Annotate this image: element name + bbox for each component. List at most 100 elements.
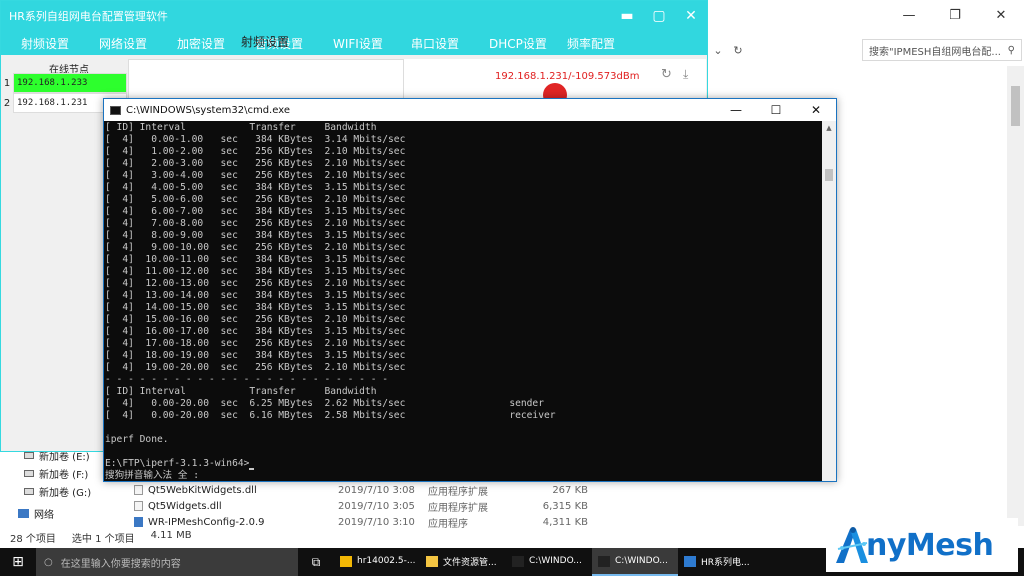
app-icon [598, 555, 610, 567]
selected-count: 选中 1 个项目 [71, 534, 135, 545]
taskbar-button-label: HR系列电... [701, 557, 750, 568]
scroll-thumb[interactable] [1011, 86, 1020, 126]
cmd-title-bar[interactable]: C:\WINDOWS\system32\cmd.exe — ☐ ✕ [104, 99, 836, 121]
minimize-icon[interactable]: — [716, 99, 756, 121]
file-size: 6,315 KB [542, 500, 588, 512]
refresh-icon[interactable]: ↻ [728, 40, 748, 60]
file-type: 应用程序扩展 [428, 502, 488, 514]
close-icon[interactable]: ✕ [675, 1, 707, 31]
node-index: 1 [3, 77, 11, 89]
console-line: [ ID] Interval Transfer Bandwidth [105, 122, 377, 133]
console-line: [ 4] 3.00-4.00 sec 256 KBytes 2.10 Mbits… [105, 170, 406, 181]
taskbar-button[interactable]: C:\WINDO... [592, 548, 678, 576]
cmd-scrollbar[interactable]: ▲ [822, 121, 836, 481]
explorer-address-controls: ⌄ ↻ [708, 40, 858, 60]
console-output[interactable]: [ ID] Interval Transfer Bandwidth [ 4] 0.… [104, 121, 823, 481]
file-date: 2019/7/10 3:05 [338, 500, 415, 512]
taskbar-search-input[interactable]: ○ 在这里输入你要搜索的内容 [36, 548, 298, 576]
search-input[interactable]: 搜索"IPMESH自组网电台配... ⚲ [862, 39, 1022, 61]
menu-item-network[interactable]: 网络设置 [99, 35, 177, 52]
taskbar-button-label: C:\WINDO... [529, 556, 582, 566]
window-title: HR系列自组网电台配置管理软件 [9, 10, 168, 23]
taskbar-button[interactable]: hr14002.5-... [334, 548, 420, 576]
hr-title-bar[interactable]: HR系列自组网电台配置管理软件 ▬ ▢ ✕ [1, 1, 707, 31]
file-date: 2019/7/10 3:08 [338, 484, 415, 496]
text-cursor [249, 468, 255, 470]
anymesh-logo-mark [836, 527, 868, 563]
console-line: [ 4] 17.00-18.00 sec 256 KBytes 2.10 Mbi… [105, 338, 406, 349]
file-type: 应用程序 [428, 518, 468, 530]
app-icon [340, 555, 352, 567]
console-line: - - - - - - - - - - - - - - - - - - - - … [105, 374, 389, 385]
nav-item-label: 网络 [34, 509, 54, 521]
taskbar-button-label: 文件资源管... [443, 557, 497, 568]
menu-item-serial[interactable]: 串口设置 [411, 35, 489, 52]
console-line: [ 4] 14.00-15.00 sec 384 KBytes 3.15 Mbi… [105, 302, 406, 313]
file-list: Qt5WebKitWidgets.dll 2019/7/10 3:08 应用程序… [134, 482, 834, 530]
console-line: [ 4] 2.00-3.00 sec 256 KBytes 2.10 Mbits… [105, 158, 406, 169]
restore-icon[interactable]: ❐ [932, 0, 978, 30]
console-line: [ 4] 4.00-5.00 sec 384 KBytes 3.15 Mbits… [105, 182, 406, 193]
console-line: E:\FTP\iperf-3.1.3-win64> [105, 458, 823, 470]
item-count: 28 个项目 [10, 534, 56, 545]
console-line: [ 4] 19.00-20.00 sec 256 KBytes 2.10 Mbi… [105, 362, 406, 373]
menu-item-wifi[interactable]: WIFI设置 [333, 35, 411, 52]
nav-item-label: 新加卷 (F:) [39, 469, 89, 481]
file-size: 4,311 KB [542, 516, 588, 528]
refresh-icon[interactable]: ↻ [661, 67, 672, 82]
node-ip[interactable]: 192.168.1.233 [13, 73, 127, 93]
task-view-icon[interactable]: ⧉ [298, 555, 334, 570]
console-line: [ 4] 1.00-2.00 sec 256 KBytes 2.10 Mbits… [105, 146, 406, 157]
menu-item-frequency[interactable]: 频率配置 [567, 35, 645, 52]
taskbar-button-label: C:\WINDO... [615, 556, 668, 566]
file-name: Qt5WebKitWidgets.dll [148, 484, 257, 496]
nav-item-network[interactable]: 网络 [0, 504, 150, 522]
menu-item-rf[interactable]: 射频设置 [21, 35, 99, 52]
taskbar-button[interactable]: 文件资源管... [420, 548, 506, 576]
window-title: C:\WINDOWS\system32\cmd.exe [126, 104, 290, 116]
node-index: 2 [3, 97, 11, 109]
search-icon: ⚲ [1007, 44, 1015, 56]
scroll-thumb[interactable] [825, 169, 833, 181]
console-line: [ 4] 11.00-12.00 sec 384 KBytes 3.15 Mbi… [105, 266, 406, 277]
anymesh-logo: nyMesh [826, 518, 1018, 572]
windows-start-icon[interactable]: ⊞ [0, 548, 36, 576]
taskbar-button[interactable]: C:\WINDO... [506, 548, 592, 576]
minimize-icon[interactable]: — [886, 0, 932, 30]
chevron-down-icon[interactable]: ⌄ [708, 40, 728, 60]
node-row[interactable]: 1 192.168.1.233 [1, 73, 127, 93]
console-line: [ 4] 7.00-8.00 sec 256 KBytes 2.10 Mbits… [105, 218, 406, 229]
file-row[interactable]: Qt5WebKitWidgets.dll 2019/7/10 3:08 应用程序… [134, 482, 834, 498]
console-line: [ 4] 15.00-16.00 sec 256 KBytes 2.10 Mbi… [105, 314, 406, 325]
console-line: [ 4] 0.00-20.00 sec 6.16 MBytes 2.58 Mbi… [105, 410, 556, 421]
file-row[interactable]: Qt5Widgets.dll 2019/7/10 3:05 应用程序扩展 6,3… [134, 498, 834, 514]
console-icon [110, 105, 121, 115]
network-icon [18, 508, 29, 518]
nav-item-drive-g[interactable]: 新加卷 (G:) [0, 482, 150, 500]
file-type: 应用程序扩展 [428, 486, 488, 498]
anymesh-logo-text: nyMesh [866, 527, 994, 563]
console-line: [ 4] 0.00-20.00 sec 6.25 MBytes 2.62 Mbi… [105, 398, 544, 409]
taskbar-button[interactable]: HR系列电... [678, 548, 764, 576]
maximize-icon[interactable]: ▢ [643, 1, 675, 31]
app-icon [512, 555, 524, 567]
explorer-scrollbar[interactable] [1007, 66, 1024, 526]
status-bar: 28 个项目 选中 1 个项目 4.11 MB [10, 530, 192, 546]
download-icon[interactable]: ⤓ [683, 67, 688, 82]
console-line: [ 4] 16.00-17.00 sec 384 KBytes 3.15 Mbi… [105, 326, 406, 337]
minimize-icon[interactable]: ▬ [611, 1, 643, 31]
file-row[interactable]: WR-IPMeshConfig-2.0.9 2019/7/10 3:10 应用程… [134, 514, 834, 530]
search-placeholder: 在这里输入你要搜索的内容 [60, 558, 181, 570]
file-name: WR-IPMeshConfig-2.0.9 [148, 516, 265, 528]
taskbar-button-label: hr14002.5-... [357, 556, 416, 566]
console-line: [ 4] 8.00-9.00 sec 384 KBytes 3.15 Mbits… [105, 230, 406, 241]
search-placeholder: 搜索"IPMESH自组网电台配... [869, 46, 1001, 58]
scroll-up-icon[interactable]: ▲ [822, 121, 836, 135]
menu-item-dhcp[interactable]: DHCP设置 [489, 35, 567, 52]
signal-strength-label: 192.168.1.231/-109.573dBm [495, 71, 640, 82]
close-icon[interactable]: ✕ [796, 99, 836, 121]
explorer-caption-buttons: — ❐ ✕ [886, 0, 1024, 30]
maximize-icon[interactable]: ☐ [756, 99, 796, 121]
drive-icon [24, 469, 34, 477]
close-icon[interactable]: ✕ [978, 0, 1024, 30]
